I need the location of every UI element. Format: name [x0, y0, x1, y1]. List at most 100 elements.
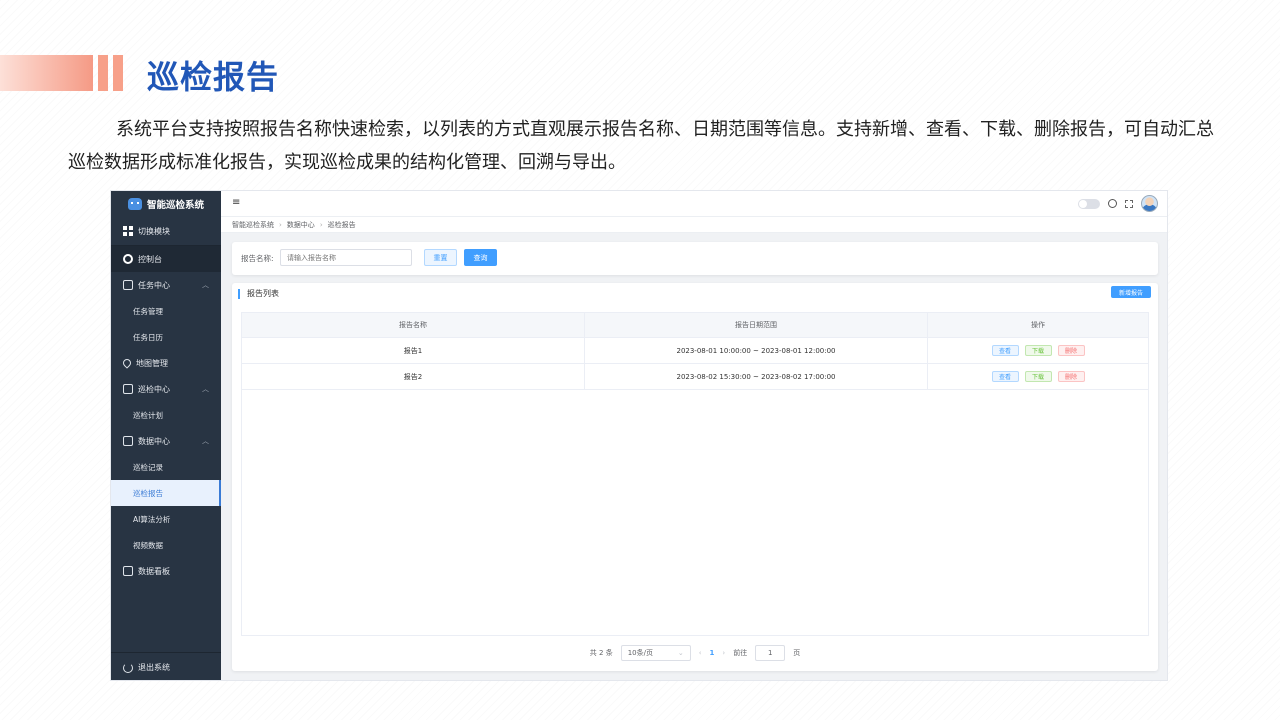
sidebar-item-label: 退出系统	[138, 663, 170, 672]
search-label: 报告名称:	[241, 254, 274, 263]
sidebar-item-console[interactable]: 控制台	[111, 246, 221, 272]
reset-button[interactable]: 重置	[424, 249, 457, 266]
download-button[interactable]: 下载	[1024, 345, 1052, 356]
page-size-select[interactable]: 10条/页 ⌄	[620, 645, 691, 661]
next-page-icon[interactable]: ›	[722, 649, 725, 657]
breadcrumb-separator: ›	[319, 220, 323, 229]
sidebar-item-task-center[interactable]: 任务中心 ︿	[111, 272, 221, 298]
report-date-range-cell: 2023-08-02 15:30:00 ~ 2023-08-02 17:00:0…	[585, 364, 928, 389]
search-panel: 报告名称: 重置 查询	[232, 242, 1158, 275]
query-button[interactable]: 查询	[464, 249, 497, 266]
fullscreen-icon[interactable]	[1125, 199, 1133, 208]
goto-page-input[interactable]: 1	[755, 645, 786, 661]
app-logo-text: 智能巡检系统	[146, 200, 204, 211]
power-icon	[123, 662, 133, 673]
breadcrumb-item: 巡检报告	[327, 220, 356, 229]
breadcrumb-item[interactable]: 数据中心	[287, 220, 315, 230]
chevron-up-icon: ︿	[202, 385, 209, 393]
dashboard-icon	[123, 254, 133, 264]
sidebar-item-label: 切换模块	[138, 226, 170, 236]
sidebar-item-label: 控制台	[138, 254, 162, 264]
report-date-range-cell: 2023-08-01 10:00:00 ~ 2023-08-01 12:00:0…	[585, 338, 928, 363]
pagination-total: 共 2 条	[589, 649, 613, 657]
chevron-up-icon: ︿	[202, 281, 209, 289]
theme-toggle[interactable]	[1078, 198, 1100, 209]
sidebar-item-map-management[interactable]: 地图管理	[111, 350, 221, 376]
page-suffix: 页	[793, 649, 801, 657]
slide-description: 系统平台支持按照报告名称快速检索，以列表的方式直观展示报告名称、日期范围等信息。…	[68, 119, 1214, 173]
actions-cell: 查看 下载 删除	[928, 338, 1148, 363]
sidebar-item-data-dashboard[interactable]: 数据看板	[111, 558, 221, 584]
report-table: 报告名称 报告日期范围 操作 报告1 2023-08-01 10:00:00 ~…	[241, 312, 1149, 636]
dashboard-screen-icon	[123, 566, 133, 576]
download-button[interactable]: 下载	[1024, 371, 1052, 382]
table-row: 报告2 2023-08-02 15:30:00 ~ 2023-08-02 17:…	[242, 364, 1148, 390]
sidebar-item-label: 数据中心	[138, 436, 170, 446]
sidebar-item-task-calendar[interactable]: 任务日历	[111, 324, 221, 350]
goto-label: 前往	[733, 649, 748, 657]
sidebar-item-label: 巡检记录	[133, 462, 163, 472]
sidebar-item-inspection-records[interactable]: 巡检记录	[111, 454, 221, 480]
sidebar-item-label: 地图管理	[136, 358, 168, 368]
menu-toggle-icon[interactable]: ≡	[232, 197, 240, 208]
sidebar-item-switch-module[interactable]: 切换模块	[111, 217, 221, 246]
delete-button[interactable]: 删除	[1057, 345, 1085, 356]
table-row: 报告1 2023-08-01 10:00:00 ~ 2023-08-01 12:…	[242, 338, 1148, 364]
language-icon[interactable]	[1108, 199, 1117, 208]
view-button[interactable]: 查看	[991, 345, 1019, 356]
actions-cell: 查看 下载 删除	[928, 364, 1148, 389]
sidebar-item-label: 视频数据	[133, 540, 163, 550]
sidebar-item-inspection-plan[interactable]: 巡检计划	[111, 402, 221, 428]
sidebar-item-label: 任务日历	[133, 332, 163, 342]
decor-stripe	[98, 55, 108, 91]
chevron-down-icon: ⌄	[677, 649, 684, 657]
sidebar: 智能巡检系统 切换模块 控制台 任务中心 ︿ 任务管理 任务日历 地图管理 巡检…	[111, 191, 221, 680]
sidebar-item-label: 任务管理	[133, 306, 163, 316]
sidebar-item-label: 数据看板	[138, 566, 170, 576]
breadcrumb-item[interactable]: 智能巡检系统	[232, 220, 274, 230]
map-pin-icon	[121, 357, 133, 369]
list-title: 报告列表	[238, 289, 279, 299]
sidebar-item-label: 任务中心	[138, 280, 170, 290]
sidebar-item-logout[interactable]: 退出系统	[111, 652, 221, 680]
sidebar-item-video-data[interactable]: 视频数据	[111, 532, 221, 558]
column-header-actions: 操作	[1031, 321, 1045, 329]
table-header: 报告名称 报告日期范围 操作	[242, 313, 1148, 338]
page-size-value: 10条/页	[627, 649, 653, 657]
new-report-button[interactable]: 新增报告	[1111, 286, 1151, 298]
robot-icon	[127, 198, 142, 210]
page-number[interactable]: 1	[710, 649, 715, 657]
sidebar-item-ai-analysis[interactable]: AI算法分析	[111, 506, 221, 532]
breadcrumb-separator: ›	[279, 220, 282, 229]
grid-icon	[123, 226, 133, 236]
task-icon	[123, 280, 133, 290]
sidebar-item-inspection-center[interactable]: 巡检中心 ︿	[111, 376, 221, 402]
slide-title: 巡检报告	[147, 58, 280, 96]
column-header-date-range: 报告日期范围	[585, 313, 928, 337]
sidebar-item-label: 巡检计划	[133, 410, 163, 420]
report-name-cell: 报告2	[242, 364, 585, 389]
sidebar-item-label: 巡检报告	[133, 488, 163, 498]
report-name-search-input[interactable]	[280, 249, 412, 266]
avatar[interactable]	[1141, 195, 1158, 212]
sidebar-item-label: AI算法分析	[133, 514, 171, 524]
delete-button[interactable]: 删除	[1057, 371, 1085, 382]
top-bar: ≡	[221, 191, 1167, 217]
sidebar-item-inspection-reports[interactable]: 巡检报告	[111, 480, 221, 506]
prev-page-icon[interactable]: ‹	[699, 649, 702, 657]
decor-bar	[0, 55, 93, 91]
sidebar-item-data-center[interactable]: 数据中心 ︿	[111, 428, 221, 454]
sidebar-item-task-management[interactable]: 任务管理	[111, 298, 221, 324]
app-window: 智能巡检系统 切换模块 控制台 任务中心 ︿ 任务管理 任务日历 地图管理 巡检…	[110, 190, 1168, 681]
decor-stripe	[113, 55, 123, 91]
sidebar-item-label: 巡检中心	[138, 384, 170, 394]
column-header-name: 报告名称	[242, 313, 585, 337]
report-name-cell: 报告1	[242, 338, 585, 363]
report-list-panel: 报告列表 新增报告 报告名称 报告日期范围 操作 报告1 2023-08-01 …	[232, 283, 1158, 671]
clipboard-icon	[123, 384, 133, 394]
app-logo: 智能巡检系统	[111, 191, 221, 217]
breadcrumb: 智能巡检系统 › 数据中心 › 巡检报告	[221, 217, 1167, 233]
pagination: 共 2 条 10条/页 ⌄ ‹ 1 › 前往 1 页	[232, 644, 1158, 662]
monitor-icon	[123, 436, 133, 446]
view-button[interactable]: 查看	[991, 371, 1019, 382]
